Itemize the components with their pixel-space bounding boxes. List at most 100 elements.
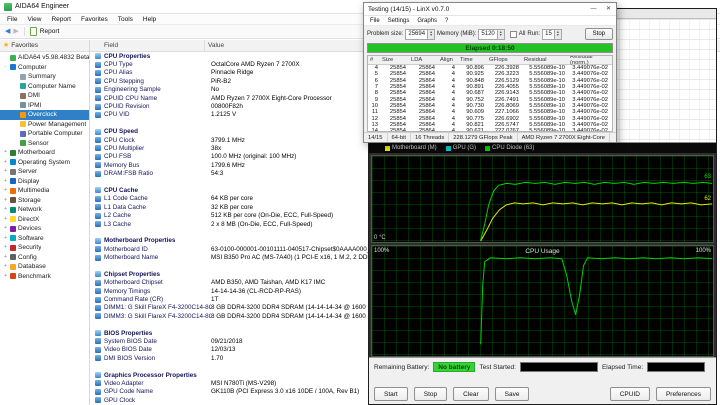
report-button[interactable]: Report [40, 28, 60, 35]
linx-result-row[interactable]: 6 25854 25864 4 90.848 226.5129 5.556089… [368, 78, 612, 84]
tree-expander-icon[interactable]: + [3, 273, 8, 279]
memory-input[interactable]: 5120 ▲ ▼ [478, 28, 505, 40]
save-button[interactable]: Save [494, 387, 530, 401]
tree-item[interactable]: DMI [0, 91, 89, 101]
tree-expander-icon[interactable]: - [3, 64, 8, 70]
sidebar-tab-favorites[interactable]: ★ Favorites [0, 40, 89, 52]
tree-item[interactable]: + Motherboard [0, 148, 89, 158]
tree-item[interactable]: Computer Name [0, 82, 89, 92]
stop-button[interactable]: Stop [413, 387, 448, 401]
tree-expander-icon[interactable]: + [3, 197, 8, 203]
tree-expander-icon[interactable]: + [3, 150, 8, 155]
progress-bar: Elapsed 0:18:50 [367, 43, 613, 53]
menu-file[interactable]: File [2, 16, 22, 23]
forward-icon[interactable]: ▶ [13, 28, 18, 35]
tree-item[interactable]: + Security [0, 243, 89, 253]
linx-result-row[interactable]: 5 25854 25864 4 90.925 226.3223 5.556089… [368, 71, 612, 77]
col-gflops[interactable]: GFlops [487, 57, 522, 63]
cpuid-button[interactable]: CPUID [609, 387, 650, 401]
cpu-usage-graph: CPU Usage 100% 100% [371, 245, 714, 357]
tree-expander-icon[interactable]: + [3, 235, 8, 241]
cell-number: 13 [371, 121, 378, 128]
legend-cpu-diode[interactable]: CPU Diode (63) [485, 145, 534, 151]
column-header-field[interactable]: Field [90, 40, 205, 51]
cell-align: 4 [451, 109, 455, 116]
tree-expander-icon[interactable]: + [3, 245, 8, 250]
tree-item[interactable]: + Storage [0, 196, 89, 206]
spinner-arrows-icon[interactable]: ▲ ▼ [427, 29, 435, 39]
clear-button[interactable]: Clear [453, 387, 489, 401]
tree-expander-icon[interactable]: + [3, 264, 8, 269]
linx-menu-graphs[interactable]: Graphs [413, 18, 441, 24]
menu-help[interactable]: Help [138, 16, 161, 23]
tree-item[interactable]: + Display [0, 177, 89, 187]
tree-expander-icon[interactable]: + [3, 188, 8, 193]
tree-item[interactable]: + Server [0, 167, 89, 177]
menu-tools[interactable]: Tools [113, 16, 138, 23]
menu-favorites[interactable]: Favorites [76, 16, 113, 23]
preferences-button[interactable]: Preferences [655, 387, 711, 401]
tree-item[interactable]: - Computer [0, 63, 89, 73]
tree-expander-icon[interactable]: + [3, 254, 8, 260]
tree-expander-icon[interactable]: + [3, 159, 8, 165]
tree-expander-icon[interactable]: + [3, 178, 8, 184]
tree-item[interactable]: Sensor [0, 139, 89, 149]
spinner-arrows-icon[interactable]: ▲ ▼ [496, 29, 504, 39]
tree-item[interactable]: Portable Computer [0, 129, 89, 139]
tree-item[interactable]: + Network [0, 205, 89, 215]
linx-result-row[interactable]: 10 25854 25864 4 90.730 226.8069 5.55608… [368, 103, 612, 109]
tree-item[interactable]: + Config [0, 253, 89, 263]
tree-item[interactable]: Summary [0, 72, 89, 82]
linx-menu-help[interactable]: ? [441, 18, 452, 24]
tree-item[interactable]: AIDA64 v5.98.4832 Beta [0, 53, 89, 63]
col-number[interactable]: # [368, 57, 380, 63]
tree-expander-icon[interactable]: + [3, 207, 8, 212]
power-management-icon [20, 121, 26, 128]
linx-result-row[interactable]: 9 25854 25864 4 90.752 226.7491 5.556089… [368, 96, 612, 103]
tree-item[interactable]: + Multimedia [0, 186, 89, 196]
all-checkbox[interactable] [509, 30, 517, 38]
tree-item-label: IPMI [28, 101, 42, 109]
linx-menu-file[interactable]: File [366, 18, 384, 24]
tree-item[interactable]: + Software [0, 234, 89, 244]
test-started-display [519, 362, 598, 372]
tree-expander-icon[interactable]: + [3, 216, 8, 222]
menu-report[interactable]: Report [46, 16, 76, 23]
tree-item[interactable]: + DirectX [0, 215, 89, 225]
tree-item[interactable]: + Operating System [0, 158, 89, 168]
ipmi-icon [20, 102, 26, 109]
tree-item[interactable]: + Database [0, 262, 89, 272]
linx-result-row[interactable]: 12 25854 25864 4 90.775 226.6902 5.55608… [368, 115, 612, 122]
linx-result-row[interactable]: 8 25854 25864 4 90.687 226.9143 5.556089… [368, 90, 612, 96]
col-lda[interactable]: LDA [409, 57, 438, 63]
tree-item[interactable]: Power Management [0, 120, 89, 130]
linx-titlebar[interactable]: Testing (14/15) - LinX v0.7.0 — ✕ [364, 3, 616, 16]
menu-view[interactable]: View [22, 16, 46, 23]
col-size[interactable]: Size [380, 57, 409, 63]
back-icon[interactable]: ◀ [5, 28, 10, 35]
tree-item[interactable]: IPMI [0, 101, 89, 111]
tree-item[interactable]: + Devices [0, 224, 89, 234]
spinner-arrows-icon[interactable]: ▲ ▼ [553, 29, 561, 39]
col-time[interactable]: Time [458, 57, 487, 63]
tree-item[interactable]: Overclock [0, 110, 89, 120]
linx-result-row[interactable]: 7 25854 25864 4 90.891 226.4055 5.556089… [368, 84, 612, 90]
linx-stop-button[interactable]: Stop [584, 28, 613, 40]
linx-menu-settings[interactable]: Settings [384, 18, 414, 24]
close-button[interactable]: ✕ [601, 3, 616, 15]
legend-gpu[interactable]: GPU (G) [445, 145, 476, 151]
start-button[interactable]: Start [374, 387, 408, 401]
linx-result-row[interactable]: 13 25854 25864 4 90.821 226.5747 5.55608… [368, 122, 612, 128]
memory-value: 5120 [481, 31, 495, 37]
tree-expander-icon[interactable]: + [3, 226, 8, 231]
run-input[interactable]: 15 ▲ ▼ [542, 28, 562, 40]
minimize-button[interactable]: — [586, 3, 601, 15]
tree-expander-icon[interactable]: + [3, 169, 8, 174]
legend-motherboard[interactable]: Motherboard (M) [385, 145, 437, 151]
tree-item[interactable]: + Benchmark [0, 272, 89, 282]
col-align[interactable]: Align [438, 57, 458, 63]
linx-result-row[interactable]: 11 25854 25864 4 90.609 227.1066 5.55608… [368, 109, 612, 115]
linx-result-row[interactable]: 4 25854 25864 4 90.896 226.3928 5.556089… [368, 65, 612, 71]
col-residual[interactable]: Residual [522, 57, 568, 63]
problem-size-input[interactable]: 25694 ▲ ▼ [405, 28, 436, 40]
